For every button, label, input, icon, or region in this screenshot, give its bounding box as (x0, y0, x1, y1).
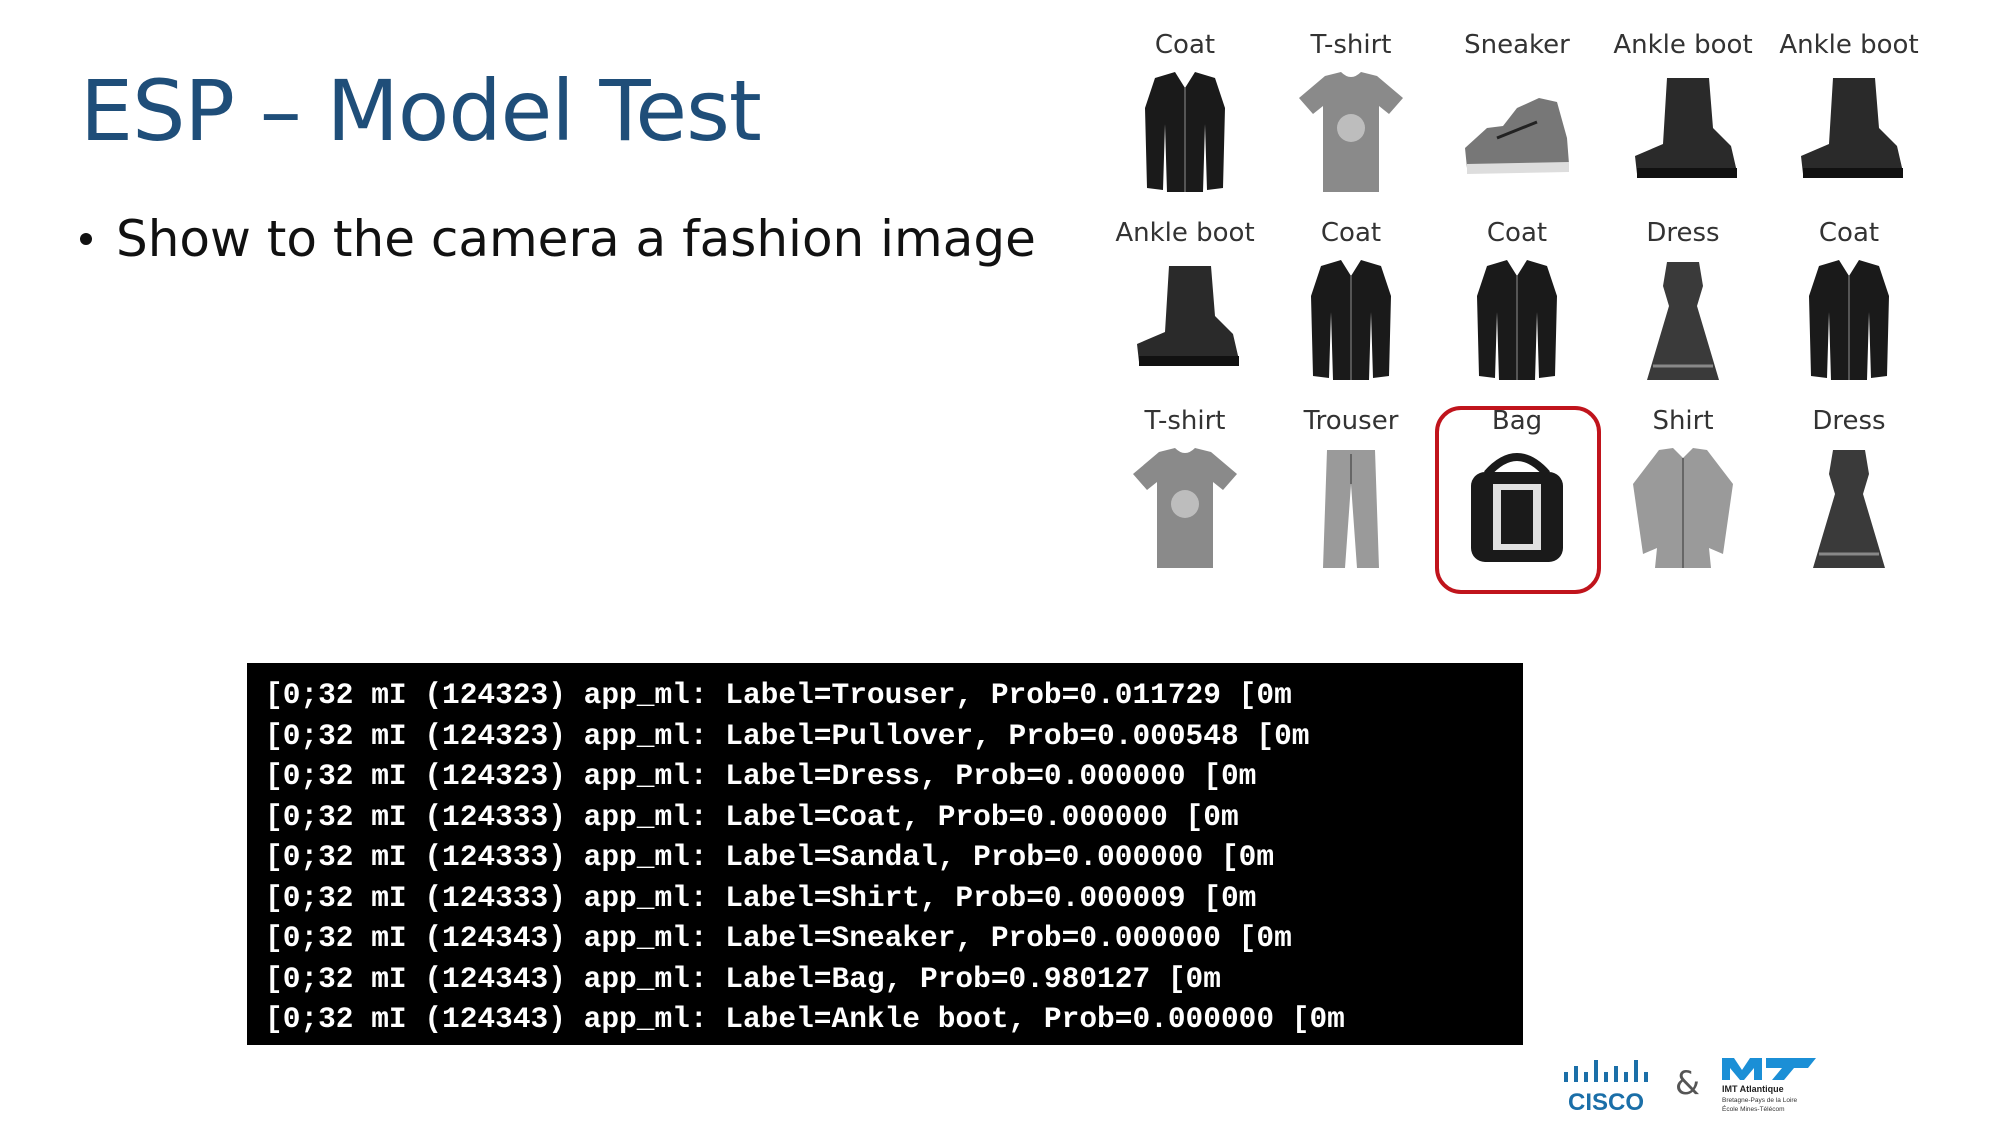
trouser-icon (1323, 450, 1379, 568)
grid-cell: T-shirt (1105, 406, 1265, 594)
coat-icon (1145, 72, 1225, 192)
coat-icon (1311, 260, 1391, 380)
grid-cell-label: Coat (1818, 218, 1880, 248)
grid-cell-label: Ankle boot (1613, 30, 1753, 60)
grid-cell: Shirt (1603, 406, 1763, 594)
console-output: [0;32 mI (124323) app_ml: Label=Trouser,… (247, 663, 1523, 1045)
grid-cell: Sneaker (1437, 30, 1597, 218)
console-line: [0;32 mI (124343) app_ml: Label=Bag, Pro… (265, 961, 1221, 996)
grid-cell: Coat (1437, 218, 1597, 406)
imt-sub2: École Mines-Télécom (1722, 1104, 1785, 1113)
bullet-dot (80, 233, 92, 245)
console-line: [0;32 mI (124343) app_ml: Label=Ankle bo… (265, 1002, 1345, 1036)
grid-cell: Trouser (1271, 406, 1431, 594)
dress-icon (1813, 450, 1885, 568)
dress-icon (1647, 262, 1719, 380)
bag-highlight-box (1435, 406, 1601, 594)
slide-title: ESP – Model Test (80, 62, 762, 160)
grid-cell: Ankle boot (1769, 30, 1929, 218)
tshirt-icon (1299, 72, 1403, 192)
imt-sub1: Bretagne-Pays de la Loire (1722, 1097, 1798, 1104)
imt-atlantique-logo: IMT Atlantique Bretagne-Pays de la Loire… (1722, 1058, 1816, 1113)
grid-cell-label: Coat (1154, 30, 1216, 60)
console-line: [0;32 mI (124333) app_ml: Label=Coat, Pr… (265, 799, 1239, 834)
console-line: [0;32 mI (124323) app_ml: Label=Pullover… (265, 718, 1310, 753)
coat-icon (1809, 260, 1889, 380)
tshirt-icon (1133, 448, 1237, 568)
grid-cell: Ankle boot (1603, 30, 1763, 218)
grid-cell-label: Shirt (1652, 406, 1714, 436)
ankle-boot-icon (1137, 266, 1239, 366)
grid-cell: T-shirt (1271, 30, 1431, 218)
grid-cell: Coat (1769, 218, 1929, 406)
grid-cell: Coat (1271, 218, 1431, 406)
grid-cell-label: Ankle boot (1779, 30, 1919, 60)
grid-cell: Dress (1769, 406, 1929, 594)
grid-cell-label: Sneaker (1464, 30, 1570, 60)
grid-cell: Coat (1105, 30, 1265, 218)
sneaker-icon (1465, 98, 1569, 174)
cisco-text: CISCO (1568, 1089, 1644, 1116)
bullet-text: Show to the camera a fashion image (116, 210, 1036, 268)
grid-cell: Dress (1603, 218, 1763, 406)
coat-icon (1477, 260, 1557, 380)
ankle-boot-icon (1801, 78, 1903, 178)
grid-cell-label: Coat (1486, 218, 1548, 248)
console-line: [0;32 mI (124323) app_ml: Label=Trouser,… (265, 678, 1292, 712)
grid-cell-label: Coat (1320, 218, 1382, 248)
bullet-item: Show to the camera a fashion image (80, 210, 1036, 268)
imt-text: IMT Atlantique (1722, 1084, 1784, 1094)
console-line: [0;32 mI (124333) app_ml: Label=Shirt, P… (265, 880, 1257, 915)
grid-cell-label: Trouser (1303, 406, 1399, 436)
grid-cell-label: Ankle boot (1115, 218, 1255, 248)
console-line: [0;32 mI (124323) app_ml: Label=Dress, P… (265, 759, 1257, 793)
console-line: [0;32 mI (124343) app_ml: Label=Sneaker,… (265, 921, 1292, 955)
console-line: [0;32 mI (124333) app_ml: Label=Sandal, … (265, 840, 1275, 874)
grid-cell-label: T-shirt (1144, 406, 1226, 436)
grid-cell-label: Dress (1812, 406, 1886, 436)
ankle-boot-icon (1635, 78, 1737, 178)
grid-cell: Ankle boot (1105, 218, 1265, 406)
ampersand: & (1675, 1064, 1700, 1102)
footer-logos: CISCO & IMT Atlantique Bretagne-Pays de … (1560, 1050, 1920, 1120)
shirt-icon (1633, 448, 1733, 568)
grid-cell-label: T-shirt (1310, 30, 1392, 60)
cisco-logo: CISCO (1564, 1060, 1648, 1116)
grid-cell-label: Dress (1646, 218, 1720, 248)
